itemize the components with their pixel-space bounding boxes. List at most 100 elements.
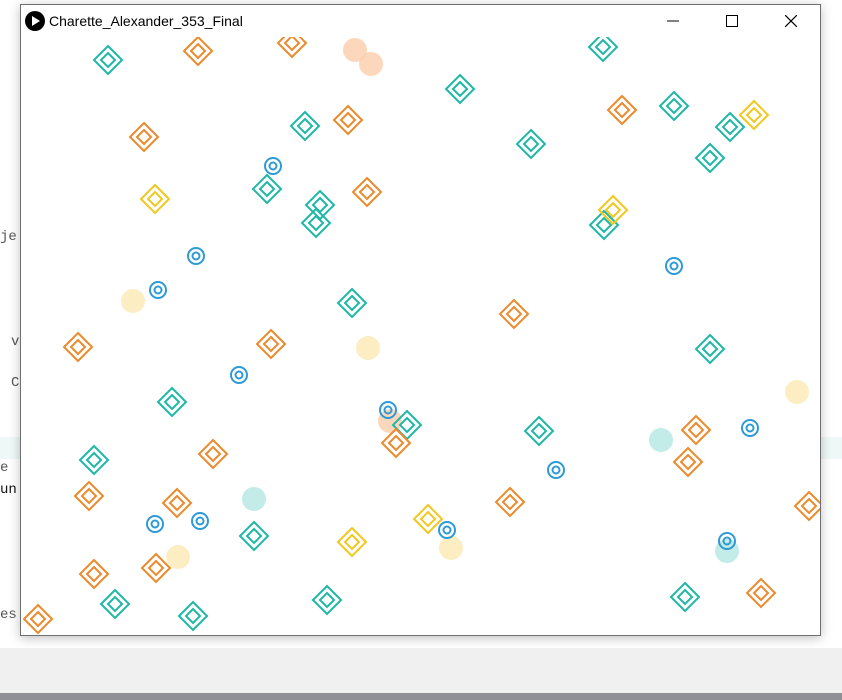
editor-text-fragment: je xyxy=(0,229,17,245)
diamond-shape xyxy=(587,37,619,63)
ring-core xyxy=(195,516,205,526)
close-button[interactable] xyxy=(768,5,814,36)
diamond-outline xyxy=(146,190,164,208)
diamond-outline xyxy=(738,99,770,131)
diamond-outline xyxy=(161,487,193,519)
diamond-outline xyxy=(204,445,222,463)
diamond-outline xyxy=(128,121,160,153)
diamond-outline xyxy=(163,393,181,411)
diamond-outline xyxy=(343,533,361,551)
editor-text-fragment: e xyxy=(0,460,9,476)
diamond-outline xyxy=(613,101,631,119)
diamond-outline xyxy=(289,110,321,142)
diamond-shape xyxy=(680,414,712,446)
diamond-shape xyxy=(380,427,412,459)
diamond-outline xyxy=(494,486,526,518)
sketch-window[interactable]: Charette_Alexander_353_Final xyxy=(20,4,821,636)
ring-shape xyxy=(230,366,248,384)
diamond-outline xyxy=(78,558,110,590)
diamond-outline xyxy=(336,287,368,319)
diamond-outline xyxy=(358,183,376,201)
diamond-outline xyxy=(351,176,383,208)
minimize-icon xyxy=(667,20,679,21)
diamond-shape xyxy=(92,44,124,76)
diamond-shape xyxy=(351,176,383,208)
diamond-shape xyxy=(672,446,704,478)
diamond-outline xyxy=(380,427,412,459)
diamond-shape xyxy=(251,173,283,205)
ring-core xyxy=(234,370,244,380)
diamond-outline xyxy=(283,37,301,52)
diamond-shape xyxy=(182,37,214,67)
diamond-shape xyxy=(161,487,193,519)
diamond-outline xyxy=(339,111,357,129)
ring-core xyxy=(669,261,679,271)
ring-core xyxy=(150,519,160,529)
diamond-outline xyxy=(522,135,540,153)
diamond-outline xyxy=(515,128,547,160)
diamond-outline xyxy=(658,90,690,122)
diamond-outline xyxy=(800,497,818,515)
diamond-shape xyxy=(276,37,308,59)
diamond-outline xyxy=(752,584,770,602)
diamond-outline xyxy=(311,584,343,616)
diamond-outline xyxy=(451,80,469,98)
diamond-outline xyxy=(665,97,683,115)
ring-shape xyxy=(547,461,565,479)
diamond-outline xyxy=(262,335,280,353)
diamond-outline xyxy=(80,487,98,505)
diamond-outline xyxy=(694,333,726,365)
diamond-outline xyxy=(245,527,263,545)
maximize-icon xyxy=(726,14,738,27)
ring-shape xyxy=(438,521,456,539)
diamond-outline xyxy=(106,595,124,613)
diamond-shape xyxy=(498,298,530,330)
diamond-outline xyxy=(251,173,283,205)
title-bar[interactable]: Charette_Alexander_353_Final xyxy=(21,5,820,37)
diamond-shape xyxy=(523,415,555,447)
sketch-canvas[interactable] xyxy=(21,37,820,635)
diamond-outline xyxy=(168,494,186,512)
diamond-shape xyxy=(606,94,638,126)
ring-shape xyxy=(264,157,282,175)
glow-dot xyxy=(649,428,673,452)
diamond-shape xyxy=(412,503,444,535)
diamond-outline xyxy=(419,510,437,528)
diamond-outline xyxy=(296,117,314,135)
diamond-outline xyxy=(505,305,523,323)
diamond-shape xyxy=(694,333,726,365)
diamond-outline xyxy=(189,42,207,60)
diamond-shape xyxy=(289,110,321,142)
diamond-shape xyxy=(694,142,726,174)
ring-shape xyxy=(665,257,683,275)
diamond-shape xyxy=(177,600,209,632)
diamond-outline xyxy=(606,94,638,126)
minimize-button[interactable] xyxy=(650,5,696,36)
diamond-outline xyxy=(676,588,694,606)
diamond-outline xyxy=(672,446,704,478)
diamond-outline xyxy=(22,603,54,635)
editor-text-fragment: v xyxy=(11,334,20,350)
diamond-outline xyxy=(135,128,153,146)
maximize-button[interactable] xyxy=(709,5,755,36)
ring-core xyxy=(745,423,755,433)
diamond-outline xyxy=(687,421,705,439)
taskbar-edge xyxy=(0,693,842,700)
ring-shape xyxy=(146,515,164,533)
diamond-outline xyxy=(523,415,555,447)
editor-text-fragment: C xyxy=(11,375,20,391)
diamond-outline xyxy=(745,577,777,609)
diamond-shape xyxy=(140,552,172,584)
diamond-outline xyxy=(29,610,47,628)
ring-shape xyxy=(187,247,205,265)
diamond-shape xyxy=(494,486,526,518)
diamond-shape xyxy=(336,287,368,319)
diamond-shape xyxy=(99,588,131,620)
diamond-shape xyxy=(139,183,171,215)
diamond-outline xyxy=(147,559,165,577)
diamond-outline xyxy=(498,298,530,330)
sketch-drawing xyxy=(22,37,820,635)
diamond-outline xyxy=(701,340,719,358)
diamond-outline xyxy=(745,106,763,124)
diamond-outline xyxy=(73,480,105,512)
